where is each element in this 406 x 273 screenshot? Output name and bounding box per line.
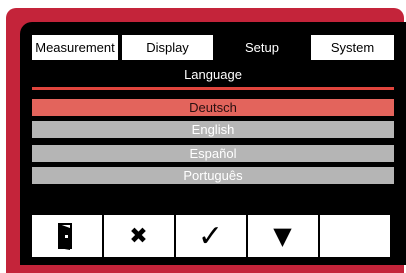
section-title: Language <box>184 66 242 82</box>
language-option-espanol[interactable]: Español <box>32 145 394 162</box>
tab-setup[interactable]: Setup <box>217 35 307 60</box>
tab-display[interactable]: Display <box>122 35 213 60</box>
tab-system[interactable]: System <box>311 35 394 60</box>
confirm-button[interactable]: ✓ <box>176 215 245 257</box>
exit-door-icon <box>57 223 72 250</box>
empty-toolbar-button[interactable] <box>320 215 390 257</box>
language-option-deutsch[interactable]: Deutsch <box>32 99 394 116</box>
language-option-english[interactable]: English <box>32 121 394 138</box>
checkmark-icon: ✓ <box>197 218 224 254</box>
language-option-portugues[interactable]: Português <box>32 167 394 184</box>
tab-measurement[interactable]: Measurement <box>32 35 118 60</box>
exit-button[interactable] <box>32 215 101 257</box>
cancel-button[interactable]: ✖ <box>104 215 173 257</box>
title-underline <box>32 87 394 90</box>
arrow-down-icon: ▼ <box>273 222 292 250</box>
close-x-icon: ✖ <box>129 223 148 249</box>
bottom-toolbar: ✖ ✓ ▼ <box>32 215 390 257</box>
tab-bar: Measurement Display Setup System <box>32 35 394 60</box>
down-button[interactable]: ▼ <box>248 215 317 257</box>
